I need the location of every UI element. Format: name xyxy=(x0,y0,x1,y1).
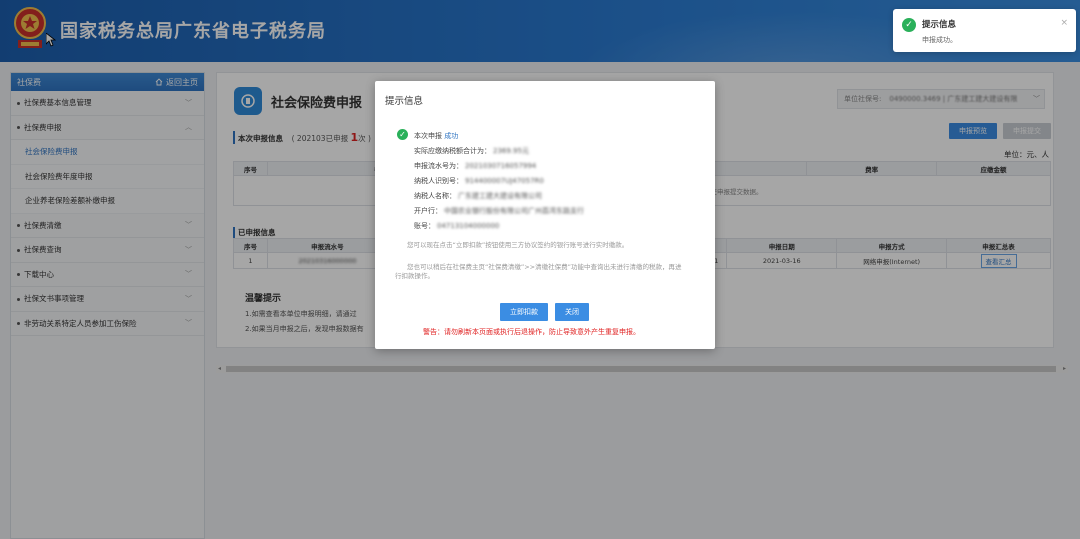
close-button[interactable]: 关闭 xyxy=(555,303,589,321)
toast-message: 申报成功。 xyxy=(922,36,957,44)
dialog-status: 本次申报 成功 xyxy=(414,132,459,140)
success-check-icon: ✓ xyxy=(397,129,408,140)
dialog-row-taxid: 纳税人识别号： 914400007UJ47057R0 xyxy=(414,177,544,185)
success-check-icon: ✓ xyxy=(902,18,916,32)
dialog-title: 提示信息 xyxy=(385,96,424,107)
toast-title: 提示信息 xyxy=(922,20,957,30)
dialog-row-account: 账号： 04713104000000 xyxy=(414,222,500,230)
dialog-warning: 警告：请勿刷新本页面或执行后退操作，防止导致意外产生重复申报。 xyxy=(423,328,640,336)
dialog-row-bank: 开户行： 中国农业银行股份有限公司广州荔湾东路支行 xyxy=(414,207,584,215)
result-dialog: 提示信息 ✓ 本次申报 成功 实际应缴纳税额合计为： 2369.95元 申报流水号… xyxy=(375,81,715,349)
dialog-note-1: 您可以现在点击“立即扣款”按钮使用三方协议签约的银行账号进行实时缴款。 xyxy=(407,241,629,249)
dialog-note-2: 您也可以稍后在社保费主页“社保费清缴”>>清缴社保费”功能中查询出未进行清缴的税… xyxy=(395,263,682,280)
pay-now-button[interactable]: 立即扣款 xyxy=(500,303,548,321)
dialog-row-amount: 实际应缴纳税额合计为： 2369.95元 xyxy=(414,147,529,155)
dialog-row-serial: 申报流水号为： 2021030716057994 xyxy=(414,162,537,170)
dialog-row-name: 纳税人名称： 广东建工建大建设有限公司 xyxy=(414,192,542,200)
toast-notification: ✓ 提示信息 申报成功。 × xyxy=(893,9,1076,52)
close-icon[interactable]: × xyxy=(1060,18,1068,28)
